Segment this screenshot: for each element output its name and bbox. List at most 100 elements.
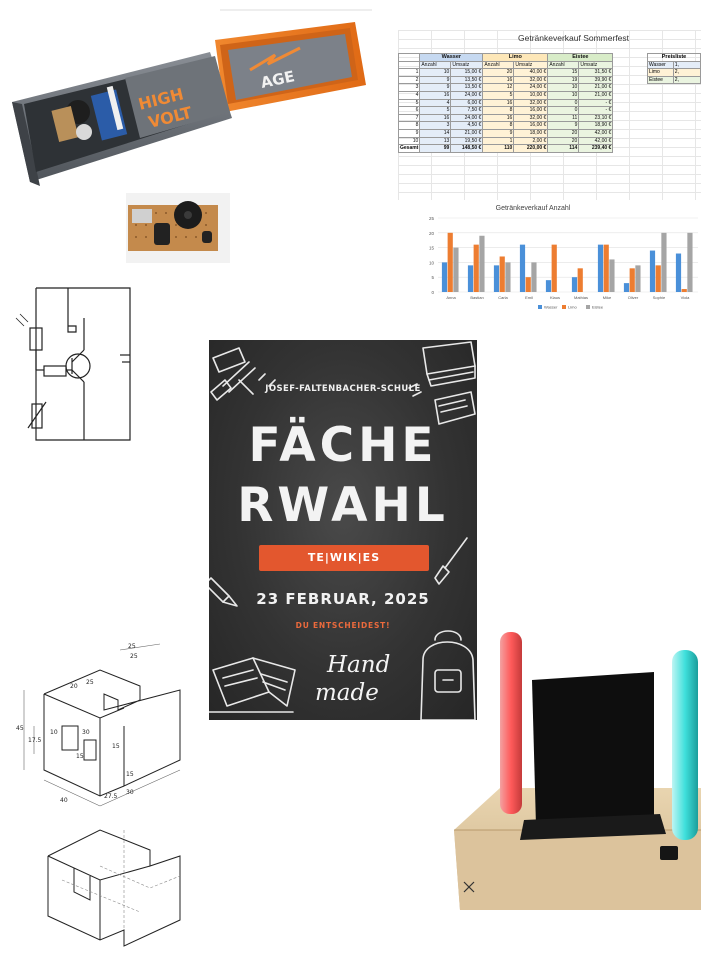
table-cell: 32,00 € (513, 75, 549, 85)
dimension-label: 40 (60, 797, 68, 804)
table-total-row: Gesamt 99 148,50 €110 220,00 €114 239,40 € (398, 144, 614, 153)
table-cell: 19 (547, 75, 580, 85)
table-cell: 18,90 € (578, 121, 614, 130)
voltage-box-illustration: HIGH VOLT AGE (12, 9, 372, 186)
bar-wasser (571, 277, 578, 292)
poster-title-line1: FÄCHE (248, 418, 438, 473)
table-cell: 21,00 € (578, 90, 614, 100)
bar-limo (525, 277, 531, 292)
sub-header-cell: Anzahl (419, 60, 452, 70)
table-cell: 16 (482, 98, 515, 108)
x-tick-label: Mathias (574, 295, 588, 300)
bar-eistee (505, 262, 511, 292)
bar-eistee (531, 262, 537, 292)
handmade-line1: Hand (327, 652, 391, 678)
bar-eistee (479, 235, 485, 292)
table-row: 6 5 7,50 €8 16,00 €0- € (398, 106, 614, 115)
sales-table: Wasser Limo Eistee Anzahl Umsatz Anzahl Umsatz… (398, 53, 614, 153)
table-cell: 8 (482, 121, 515, 130)
dimension-label: 30 (126, 789, 134, 796)
table-row: 5 4 6,00 €16 32,00 €0- € (398, 98, 614, 108)
table-cell: 9 (398, 128, 421, 138)
table-row: 4 16 24,00 €5 10,00 €10 21,00 € (398, 90, 614, 100)
table-cell: 10 (419, 68, 452, 77)
table-cell: 16 (419, 90, 452, 100)
table-cell: 15,00 € (450, 68, 484, 77)
circuit-schematic (10, 270, 140, 450)
table-cell: 0 (547, 98, 580, 108)
dimension-label: 17.5 (28, 737, 42, 744)
table-cell: 24,00 € (513, 83, 549, 92)
table-cell: Gesamt (398, 144, 421, 153)
table-cell: 21,00 € (450, 128, 484, 138)
table-cell: 4,50 € (450, 121, 484, 130)
table-row: 10 13 19,50 €1 2,00 €20 42,00 € (398, 136, 614, 146)
table-corner (398, 60, 421, 70)
dimension-label: 27.5 (104, 793, 118, 800)
legend-label: Eistee (592, 305, 604, 310)
bar-limo (655, 265, 661, 292)
table-cell: 21,00 € (578, 83, 614, 92)
paintbrush-icon (434, 537, 468, 585)
table-cell: 1 (482, 136, 515, 146)
table-cell: 20 (547, 136, 580, 146)
price-table: Preisliste Wasser 1, Limo 2, Eistee 2, (647, 53, 701, 85)
bar-eistee (453, 247, 459, 292)
group-header-cell: Wasser (419, 53, 484, 62)
event-date: 23 FEBRUAR, 2025 (256, 590, 430, 608)
table-sub-header: Anzahl Umsatz Anzahl Umsatz Anzahl Umsatz (398, 60, 614, 70)
table-cell: 16 (482, 75, 515, 85)
table-cell: 15 (547, 68, 580, 77)
table-cell: 42,00 € (578, 128, 614, 138)
table-cell: 4 (398, 90, 421, 100)
poster-title-line2: RWAHL (237, 478, 449, 533)
table-cell: 220,00 € (513, 144, 549, 153)
bar-eistee (687, 232, 693, 292)
price-row: Wasser 1, (647, 60, 701, 70)
spreadsheet-panel: Getränkeverkauf Sommerfest Wasser Limo Eis… (398, 30, 701, 200)
bar-limo (499, 256, 505, 292)
bar-wasser (467, 265, 474, 292)
table-cell: 13 (419, 136, 452, 146)
x-tick-label: Sophie (653, 295, 666, 300)
circuit-board-photo (126, 193, 230, 263)
table-cell: 10 (398, 136, 421, 146)
table-cell: 32,00 € (513, 98, 549, 108)
subjects-label: TE|WIK|ES (307, 551, 381, 564)
table-cell: 9 (547, 121, 580, 130)
sub-header-cell: Anzahl (482, 60, 515, 70)
bar-wasser (623, 283, 630, 292)
table-cell: 3 (419, 121, 452, 130)
table-cell: 114 (547, 144, 580, 153)
legend-label: Wasser (544, 305, 558, 310)
technical-drawing: 45 17.5 10 30 15 40 27.5 15 30 15 25 20 25 25 (0, 630, 200, 960)
table-cell: 5 (482, 90, 515, 100)
dimension-label: 15 (76, 753, 84, 760)
table-cell: 24,00 € (450, 90, 484, 100)
subjects-band: TE|WIK|ES (259, 545, 429, 571)
table-cell: 16 (419, 113, 452, 123)
y-tick-label: 0 (431, 290, 434, 295)
table-cell: 42,00 € (578, 136, 614, 146)
bar-wasser (649, 250, 656, 292)
table-cell: 3 (398, 83, 421, 92)
bar-wasser (545, 280, 552, 292)
x-tick-label: Carla (498, 295, 508, 300)
table-row: 2 9 13,50 €16 32,00 €19 39,90 € (398, 75, 614, 85)
price-row: Limo 2, (647, 68, 701, 77)
table-cell: 7 (398, 113, 421, 123)
handmade-line2: made (315, 680, 379, 706)
table-cell: 4 (419, 98, 452, 108)
circuit-board-illustration (126, 193, 230, 263)
bar-wasser (597, 244, 604, 292)
schematic-drawing (15, 287, 131, 441)
dimension-label: 15 (126, 771, 134, 778)
bar-wasser (519, 244, 526, 292)
x-tick-label: Emil (525, 295, 533, 300)
price-header: Preisliste (647, 53, 701, 62)
table-cell: 0 (547, 106, 580, 115)
bar-eistee (609, 259, 615, 292)
table-cell: 16,00 € (513, 121, 549, 130)
x-tick-label: Mike (603, 295, 612, 300)
x-tick-label: Viola (681, 295, 691, 300)
